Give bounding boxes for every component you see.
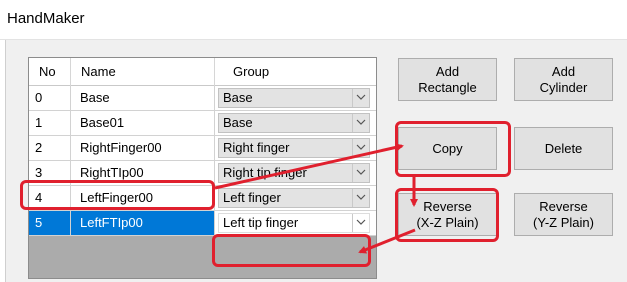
group-dropdown-value: Base (223, 90, 253, 105)
table-row[interactable]: 3 RightTIp00 Right tip finger (29, 161, 376, 186)
dropdown-arrow-button[interactable] (352, 139, 369, 157)
copy-button[interactable]: Copy (398, 127, 497, 170)
add-rectangle-button[interactable]: Add Rectangle (398, 58, 497, 101)
column-header-group[interactable]: Group (215, 58, 376, 86)
button-label-line: Rectangle (418, 79, 477, 95)
group-dropdown-value: Right tip finger (223, 165, 307, 180)
chevron-down-icon (356, 194, 366, 200)
row-no-cell[interactable]: 1 (29, 111, 71, 135)
group-dropdown[interactable]: Right tip finger (218, 163, 370, 183)
group-dropdown[interactable]: Base (218, 113, 370, 133)
group-dropdown-value: Right finger (223, 140, 290, 155)
button-label-line: (X-Z Plain) (416, 214, 479, 230)
table-row[interactable]: 4 LeftFinger00 Left finger (29, 186, 376, 211)
chevron-down-icon (356, 94, 366, 100)
group-dropdown-value: Base (223, 115, 253, 130)
button-label-line: Reverse (423, 198, 472, 214)
group-dropdown[interactable]: Left tip finger (218, 213, 370, 233)
row-no-cell[interactable]: 2 (29, 136, 71, 160)
button-label: Copy (432, 140, 463, 156)
table-row[interactable]: 1 Base01 Base (29, 111, 376, 136)
button-label-line: Add (435, 63, 460, 79)
row-group-cell: Right finger (215, 136, 376, 160)
title-bar: HandMaker (0, 0, 627, 40)
row-name-cell[interactable]: LeftFTIp00 (71, 211, 215, 235)
table-row-selected[interactable]: 5 LeftFTIp00 Left tip finger (29, 211, 376, 236)
column-header-no[interactable]: No (29, 58, 71, 86)
column-header-name[interactable]: Name (71, 58, 215, 86)
group-dropdown-value: Left finger (223, 190, 281, 205)
row-group-cell: Base (215, 111, 376, 135)
button-label-line: Cylinder (539, 79, 588, 95)
add-cylinder-button[interactable]: Add Cylinder (514, 58, 613, 101)
row-group-cell: Right tip finger (215, 161, 376, 185)
button-label-line: Add (551, 63, 576, 79)
row-no-cell[interactable]: 5 (29, 211, 71, 235)
window-border (0, 40, 6, 282)
row-group-cell: Left tip finger (215, 211, 376, 235)
dropdown-arrow-button[interactable] (352, 189, 369, 207)
dropdown-arrow-button[interactable] (352, 164, 369, 182)
chevron-down-icon (356, 219, 366, 225)
row-name-cell[interactable]: Base (71, 86, 215, 110)
reverse-xz-button[interactable]: Reverse (X-Z Plain) (398, 193, 497, 236)
window-title: HandMaker (7, 10, 85, 27)
group-dropdown-value: Left tip finger (223, 215, 299, 230)
chevron-down-icon (356, 169, 366, 175)
row-name-cell[interactable]: RightTIp00 (71, 161, 215, 185)
dropdown-arrow-button[interactable] (352, 214, 369, 232)
row-no-cell[interactable]: 0 (29, 86, 71, 110)
parts-grid[interactable]: No Name Group 0 Base Base 1 Base01 Base (28, 57, 377, 279)
delete-button[interactable]: Delete (514, 127, 613, 170)
group-dropdown[interactable]: Base (218, 88, 370, 108)
row-name-cell[interactable]: RightFinger00 (71, 136, 215, 160)
reverse-yz-button[interactable]: Reverse (Y-Z Plain) (514, 193, 613, 236)
button-label: Delete (544, 140, 583, 156)
table-row[interactable]: 0 Base Base (29, 86, 376, 111)
dropdown-arrow-button[interactable] (352, 89, 369, 107)
chevron-down-icon (356, 119, 366, 125)
dropdown-arrow-button[interactable] (352, 114, 369, 132)
chevron-down-icon (356, 144, 366, 150)
group-dropdown[interactable]: Right finger (218, 138, 370, 158)
table-row[interactable]: 2 RightFinger00 Right finger (29, 136, 376, 161)
row-no-cell[interactable]: 4 (29, 186, 71, 210)
handmaker-window: HandMaker No Name Group 0 Base Base 1 Ba… (0, 0, 627, 282)
button-label-line: (Y-Z Plain) (533, 214, 594, 230)
button-label-line: Reverse (539, 198, 588, 214)
row-name-cell[interactable]: LeftFinger00 (71, 186, 215, 210)
row-name-cell[interactable]: Base01 (71, 111, 215, 135)
row-group-cell: Left finger (215, 186, 376, 210)
grid-header: No Name Group (29, 58, 376, 86)
row-group-cell: Base (215, 86, 376, 110)
row-no-cell[interactable]: 3 (29, 161, 71, 185)
group-dropdown[interactable]: Left finger (218, 188, 370, 208)
